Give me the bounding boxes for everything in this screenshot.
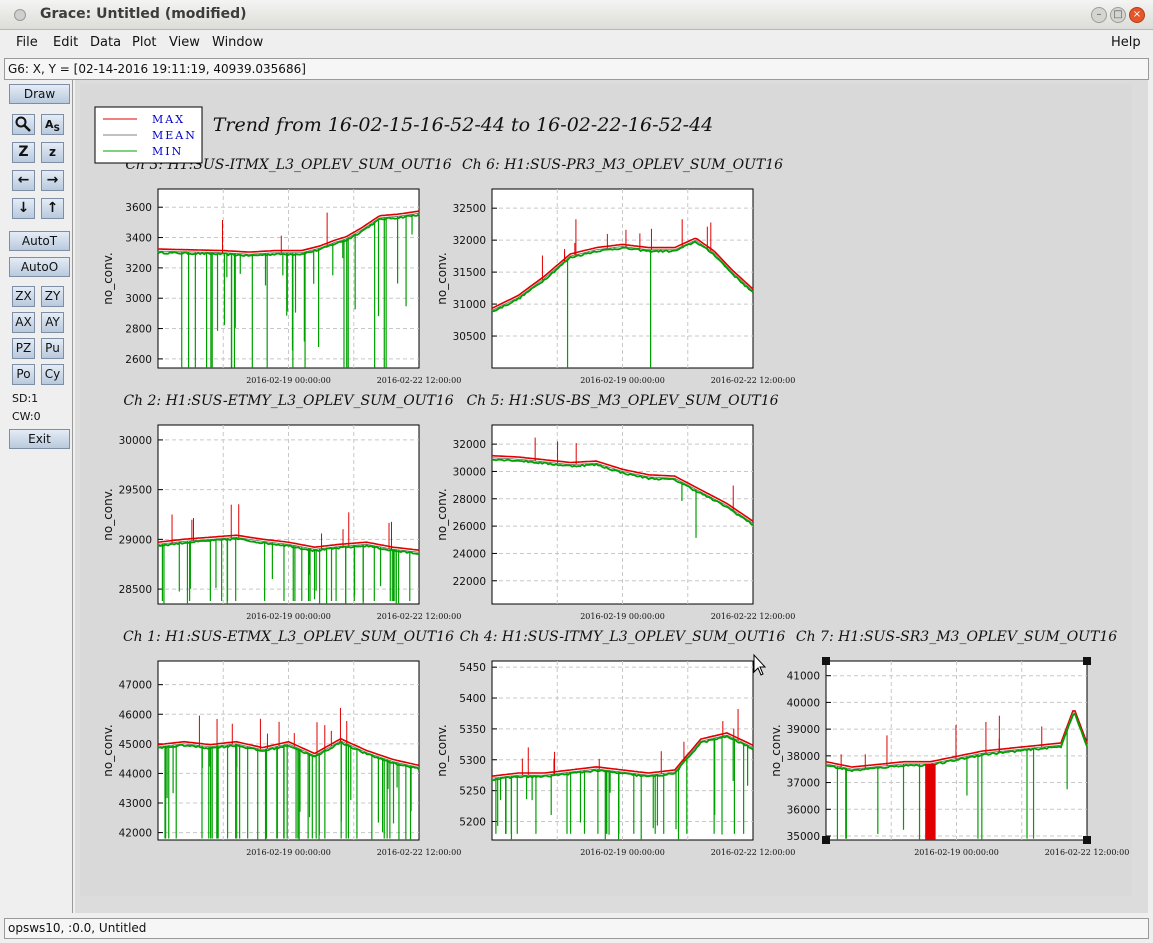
chart-panel-4: 22000 24000 26000 28000 30000 32000 2016-02-19… bbox=[435, 393, 795, 621]
plot-area bbox=[157, 424, 420, 605]
y-tick-label: 2800 bbox=[125, 324, 152, 336]
x-tick-label: 2016-02-22 12:00:00 bbox=[1045, 848, 1130, 857]
y-tick-label: 3400 bbox=[125, 233, 152, 245]
y-tick-label: 3000 bbox=[125, 293, 152, 305]
y-tick-label: 37000 bbox=[787, 778, 820, 790]
x-tick-label: 2016-02-22 12:00:00 bbox=[377, 376, 462, 385]
chart-title: Ch 1: H1:SUS-ETMX_L3_OPLEV_SUM_OUT16 bbox=[123, 629, 454, 645]
chart-title: Ch 2: H1:SUS-ETMY_L3_OPLEV_SUM_OUT16 bbox=[123, 393, 453, 409]
y-tick-label: 44000 bbox=[119, 768, 152, 780]
status-text: opsws10, :0.0, Untitled bbox=[8, 921, 147, 935]
y-tick-label: 29500 bbox=[119, 485, 152, 497]
x-tick-label: 2016-02-19 00:00:00 bbox=[246, 612, 331, 621]
y-axis-label: no_conv. bbox=[435, 252, 449, 304]
chart-panel-1: 2600 2800 3000 3200 3400 3600 2016-02-19 00:00… bbox=[101, 157, 461, 385]
y-tick-label: 41000 bbox=[787, 671, 820, 683]
y-tick-label: 5300 bbox=[459, 755, 486, 767]
chart-panel-6: 5200 5250 5300 5350 5400 5450 2016-02-19 00:00… bbox=[435, 629, 795, 857]
y-tick-label: 2600 bbox=[125, 354, 152, 366]
x-tick-label: 2016-02-19 00:00:00 bbox=[580, 612, 665, 621]
plot-area bbox=[491, 188, 754, 369]
y-tick-label: 24000 bbox=[453, 548, 486, 560]
legend-label: MEAN bbox=[152, 129, 197, 142]
y-tick-label: 5400 bbox=[459, 693, 486, 705]
x-tick-label: 2016-02-19 00:00:00 bbox=[246, 376, 331, 385]
x-tick-label: 2016-02-19 00:00:00 bbox=[246, 848, 331, 857]
chart-panel-2: 30500 31000 31500 32000 32500 2016-02-19 00:0… bbox=[435, 157, 795, 385]
chart-title: Ch 5: H1:SUS-BS_M3_OPLEV_SUM_OUT16 bbox=[466, 393, 778, 409]
y-tick-label: 28000 bbox=[453, 494, 486, 506]
x-tick-label: 2016-02-22 12:00:00 bbox=[377, 848, 462, 857]
trend-figure[interactable]: Trend from 16-02-15-16-52-44 to 16-02-22… bbox=[0, 0, 1153, 943]
selection-handle bbox=[822, 836, 830, 844]
y-tick-label: 32000 bbox=[453, 235, 486, 247]
y-axis-label: no_conv. bbox=[101, 724, 115, 776]
legend: MAX MEAN MIN bbox=[94, 106, 203, 164]
y-tick-label: 28500 bbox=[119, 584, 152, 596]
y-tick-label: 3200 bbox=[125, 263, 152, 275]
y-tick-label: 31500 bbox=[453, 267, 486, 279]
y-tick-label: 47000 bbox=[119, 680, 152, 692]
selection-handle bbox=[1083, 657, 1091, 665]
plot-area bbox=[825, 660, 1088, 841]
x-tick-label: 2016-02-19 00:00:00 bbox=[580, 376, 665, 385]
y-tick-label: 5250 bbox=[459, 786, 486, 798]
legend-label: MAX bbox=[152, 113, 185, 126]
y-tick-label: 39000 bbox=[787, 724, 820, 736]
x-tick-label: 2016-02-19 00:00:00 bbox=[580, 848, 665, 857]
status-bar: opsws10, :0.0, Untitled bbox=[4, 918, 1149, 939]
x-tick-label: 2016-02-22 12:00:00 bbox=[711, 612, 796, 621]
y-tick-label: 40000 bbox=[787, 697, 820, 709]
y-tick-label: 5350 bbox=[459, 724, 486, 736]
y-tick-label: 30500 bbox=[453, 331, 486, 343]
y-tick-label: 32000 bbox=[453, 439, 486, 451]
y-tick-label: 30000 bbox=[119, 435, 152, 447]
x-tick-label: 2016-02-22 12:00:00 bbox=[377, 612, 462, 621]
y-tick-label: 43000 bbox=[119, 798, 152, 810]
plot-area bbox=[491, 424, 754, 605]
y-tick-label: 35000 bbox=[787, 831, 820, 843]
chart-panel-3: 28500 29000 29500 30000 2016-02-19 00:00:00 2… bbox=[101, 393, 461, 621]
chart-panel-5: 42000 43000 44000 45000 46000 47000 2016-02-19… bbox=[101, 629, 461, 857]
chart-title: Ch 4: H1:SUS-ITMY_L3_OPLEV_SUM_OUT16 bbox=[460, 629, 786, 645]
y-tick-label: 42000 bbox=[119, 828, 152, 840]
y-tick-label: 45000 bbox=[119, 739, 152, 751]
y-tick-label: 30000 bbox=[453, 466, 486, 478]
y-tick-label: 26000 bbox=[453, 521, 486, 533]
y-tick-label: 38000 bbox=[787, 751, 820, 763]
y-tick-label: 32500 bbox=[453, 203, 486, 215]
y-axis-label: no_conv. bbox=[435, 488, 449, 540]
selection-handle bbox=[1083, 836, 1091, 844]
y-tick-label: 5200 bbox=[459, 816, 486, 828]
x-tick-label: 2016-02-22 12:00:00 bbox=[711, 376, 796, 385]
x-tick-label: 2016-02-22 12:00:00 bbox=[711, 848, 796, 857]
max-band bbox=[925, 763, 936, 840]
y-tick-label: 46000 bbox=[119, 709, 152, 721]
mouse-pointer-icon bbox=[753, 653, 767, 676]
chart-title: Ch 7: H1:SUS-SR3_M3_OPLEV_SUM_OUT16 bbox=[796, 629, 1117, 645]
figure-title: Trend from 16-02-15-16-52-44 to 16-02-22… bbox=[213, 114, 714, 136]
y-axis-label: no_conv. bbox=[435, 724, 449, 776]
y-tick-label: 22000 bbox=[453, 576, 486, 588]
y-axis-label: no_conv. bbox=[101, 488, 115, 540]
legend-label: MIN bbox=[152, 145, 183, 158]
plot-area bbox=[157, 660, 420, 841]
y-tick-label: 5450 bbox=[459, 662, 486, 674]
y-tick-label: 29000 bbox=[119, 534, 152, 546]
y-axis-label: no_conv. bbox=[101, 252, 115, 304]
y-tick-label: 36000 bbox=[787, 804, 820, 816]
y-axis-label: no_conv. bbox=[769, 724, 783, 776]
x-tick-label: 2016-02-19 00:00:00 bbox=[914, 848, 999, 857]
chart-title: Ch 6: H1:SUS-PR3_M3_OPLEV_SUM_OUT16 bbox=[462, 157, 783, 173]
y-tick-label: 31000 bbox=[453, 299, 486, 311]
y-tick-label: 3600 bbox=[125, 202, 152, 214]
selection-handle bbox=[822, 657, 830, 665]
